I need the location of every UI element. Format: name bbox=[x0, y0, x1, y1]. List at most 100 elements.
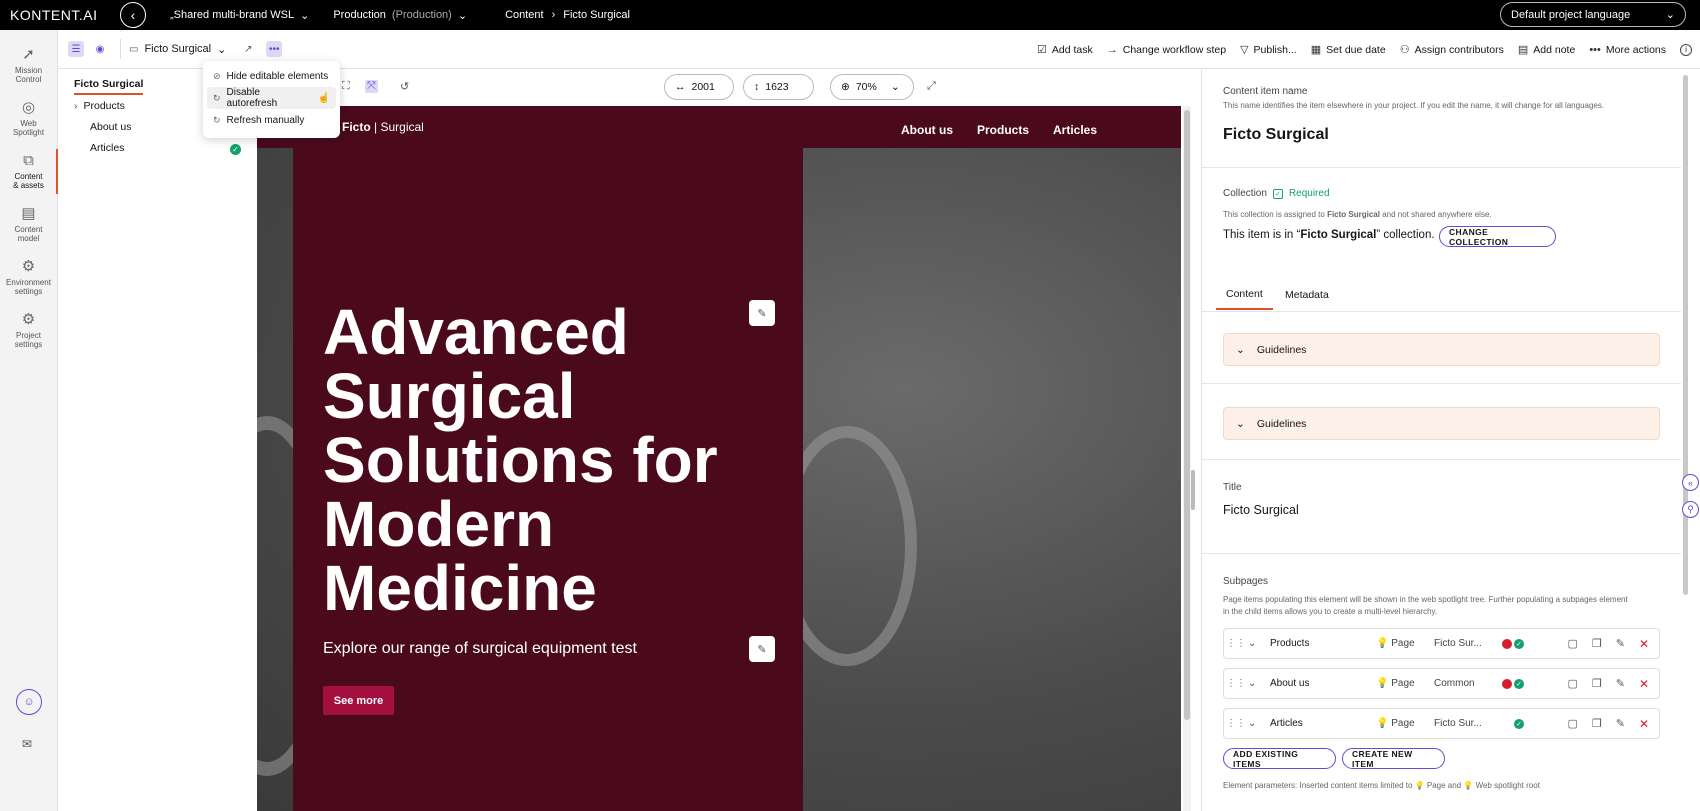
remove-icon[interactable]: ✕ bbox=[1639, 717, 1649, 731]
expand-icon[interactable]: ⤢ bbox=[927, 80, 936, 93]
site-brand[interactable]: Ficto | Surgical bbox=[342, 120, 424, 134]
guidelines-panel[interactable]: ⌄ Guidelines bbox=[1223, 333, 1660, 366]
bulb-icon: 💡 bbox=[1376, 638, 1389, 649]
tab-metadata[interactable]: Metadata bbox=[1275, 280, 1339, 310]
drag-handle-icon[interactable]: ⋮⋮ bbox=[1224, 678, 1248, 689]
copy-icon[interactable]: ❐ bbox=[1592, 717, 1602, 730]
pane-splitter bbox=[1191, 69, 1201, 811]
bulb-icon: 💡 bbox=[1463, 781, 1474, 790]
required-check-icon: ✓ bbox=[1272, 188, 1283, 199]
pin-icon[interactable]: ⚲ bbox=[1682, 501, 1699, 518]
site-nav-articles[interactable]: Articles bbox=[1053, 123, 1097, 137]
width-input[interactable]: ↔ 2001 bbox=[664, 74, 734, 100]
chevron-down-icon[interactable]: ⌄ bbox=[1248, 638, 1270, 649]
menu-disable-autorefresh[interactable]: ↻ Disable autorefresh ☝ bbox=[207, 87, 336, 109]
zoom-selector[interactable]: ⊕ 70% ⌄ bbox=[830, 74, 914, 100]
drag-handle-icon[interactable]: ⋮⋮ bbox=[1224, 638, 1248, 649]
remove-icon[interactable]: ✕ bbox=[1639, 637, 1649, 651]
gear-icon: ⚙ bbox=[21, 311, 36, 328]
comment-icon[interactable]: ▢ bbox=[1567, 637, 1577, 650]
drag-handle-icon[interactable]: ⋮⋮ bbox=[1224, 718, 1248, 729]
scrollbar-thumb[interactable] bbox=[1184, 110, 1190, 720]
due-date-button[interactable]: ▦ Set due date bbox=[1311, 43, 1386, 57]
status-unpublished-icon bbox=[1502, 638, 1512, 649]
note-icon: ▤ bbox=[1517, 44, 1529, 56]
item-selector[interactable]: ▭ Ficto Surgical ⌄ bbox=[120, 39, 234, 59]
chevron-right-icon[interactable]: › bbox=[74, 100, 78, 112]
status-published-icon: ✓ bbox=[1514, 638, 1524, 649]
fullscreen-icon[interactable]: ⤧ bbox=[365, 80, 378, 93]
height-input[interactable]: ↕ 1623 bbox=[743, 74, 814, 100]
add-note-button[interactable]: ▤ Add note bbox=[1517, 43, 1575, 57]
site-nav-products[interactable]: Products bbox=[977, 123, 1029, 137]
project-selector[interactable]: „Shared multi-brand WSL ⌄ bbox=[170, 9, 309, 22]
divider bbox=[1202, 311, 1681, 312]
publish-button[interactable]: ▽ Publish... bbox=[1240, 43, 1297, 57]
back-button[interactable]: ‹ bbox=[120, 2, 146, 28]
edit-icon[interactable]: ✎ bbox=[1616, 637, 1625, 650]
ellipsis-icon: ••• bbox=[1589, 43, 1601, 56]
feedback-icon[interactable]: ✉ bbox=[22, 737, 32, 751]
rotate-icon[interactable]: ↺ bbox=[400, 80, 409, 93]
nav-content-assets[interactable]: ⧉ Content & assets bbox=[0, 145, 58, 198]
guidelines-panel[interactable]: ⌄ Guidelines bbox=[1223, 407, 1660, 440]
tree-item-about[interactable]: About us bbox=[90, 121, 131, 133]
change-workflow-button[interactable]: → Change workflow step bbox=[1107, 44, 1226, 56]
site-nav-about[interactable]: About us bbox=[901, 123, 953, 137]
nav-mission-control[interactable]: ➚ Mission Control bbox=[0, 39, 57, 92]
eye-icon[interactable]: ◉ bbox=[92, 41, 108, 57]
remove-icon[interactable]: ✕ bbox=[1639, 677, 1649, 691]
copy-icon[interactable]: ❐ bbox=[1592, 677, 1602, 690]
edit-subheading-icon[interactable]: ✎ bbox=[749, 636, 775, 662]
environment-selector[interactable]: Production (Production) ⌄ bbox=[333, 9, 467, 22]
fit-icon[interactable]: ⛶ bbox=[342, 80, 350, 93]
info-icon[interactable]: i bbox=[1680, 43, 1692, 56]
tree-root[interactable]: Ficto Surgical bbox=[74, 78, 144, 95]
checkbox-icon: ☑ bbox=[1037, 44, 1047, 56]
tree-item-products[interactable]: › Products bbox=[74, 100, 125, 112]
comment-icon[interactable]: ▢ bbox=[1567, 717, 1577, 730]
edit-icon[interactable]: ✎ bbox=[1616, 717, 1625, 730]
language-selector[interactable]: Default project language ⌄ bbox=[1500, 2, 1686, 27]
more-options-icon[interactable]: ••• bbox=[266, 41, 283, 57]
menu-refresh-manually[interactable]: ↻ Refresh manually bbox=[207, 109, 336, 131]
assign-contributors-button[interactable]: ⚇ Assign contributors bbox=[1400, 43, 1504, 57]
chevron-down-icon[interactable]: ⌄ bbox=[1248, 718, 1270, 729]
chevron-down-icon: ⌄ bbox=[1665, 9, 1675, 21]
breadcrumb: Content › Ficto Surgical bbox=[505, 9, 630, 21]
edit-icon[interactable]: ✎ bbox=[1616, 677, 1625, 690]
copy-icon[interactable]: ❐ bbox=[1592, 637, 1602, 650]
nav-environment-settings[interactable]: ⚙ Environment settings bbox=[0, 251, 57, 304]
create-new-item-button[interactable]: CREATE NEW ITEM bbox=[1342, 748, 1445, 769]
divider bbox=[1202, 383, 1681, 384]
nav-project-settings[interactable]: ⚙ Project settings bbox=[0, 304, 57, 357]
tab-content[interactable]: Content bbox=[1216, 280, 1273, 310]
comment-icon[interactable]: ▢ bbox=[1567, 677, 1577, 690]
resize-handle[interactable] bbox=[1191, 470, 1195, 510]
chevron-down-icon[interactable]: ⌄ bbox=[1248, 678, 1270, 689]
nav-content-model[interactable]: ▤ Content model bbox=[0, 198, 57, 251]
menu-hide-editable[interactable]: ⊘ Hide editable elements bbox=[207, 65, 336, 87]
avatar-button[interactable]: ☺ bbox=[16, 689, 42, 715]
change-collection-button[interactable]: CHANGE COLLECTION bbox=[1439, 226, 1556, 247]
subpages-label: Subpages bbox=[1223, 576, 1269, 587]
more-actions-button[interactable]: ••• More actions bbox=[1589, 44, 1666, 56]
open-external-icon[interactable]: ↗ bbox=[240, 41, 256, 57]
add-existing-items-button[interactable]: ADD EXISTING ITEMS bbox=[1223, 748, 1336, 769]
preview-scrollbar[interactable] bbox=[1183, 106, 1191, 811]
collapse-icon[interactable]: « bbox=[1682, 474, 1699, 491]
title-input[interactable]: Ficto Surgical bbox=[1223, 503, 1299, 517]
refresh-icon: ↻ bbox=[213, 114, 221, 125]
page-icon: ▭ bbox=[129, 43, 139, 55]
tree-item-articles[interactable]: Articles bbox=[90, 142, 124, 154]
divider bbox=[1202, 553, 1681, 554]
left-navigation: ➚ Mission Control ◎ Web Spotlight ⧉ Conten… bbox=[0, 30, 58, 811]
nav-web-spotlight[interactable]: ◎ Web Spotlight bbox=[0, 92, 57, 145]
add-task-button[interactable]: ☑ Add task bbox=[1037, 43, 1093, 57]
edit-headline-icon[interactable]: ✎ bbox=[749, 300, 775, 326]
tree-toggle-icon[interactable]: ☰ bbox=[68, 41, 84, 57]
breadcrumb-content[interactable]: Content bbox=[505, 9, 544, 21]
item-name-input[interactable]: Ficto Surgical bbox=[1223, 126, 1329, 144]
spotlight-tree: Ficto Surgical › Products About us Artic… bbox=[58, 69, 257, 811]
see-more-button[interactable]: See more bbox=[323, 686, 394, 715]
